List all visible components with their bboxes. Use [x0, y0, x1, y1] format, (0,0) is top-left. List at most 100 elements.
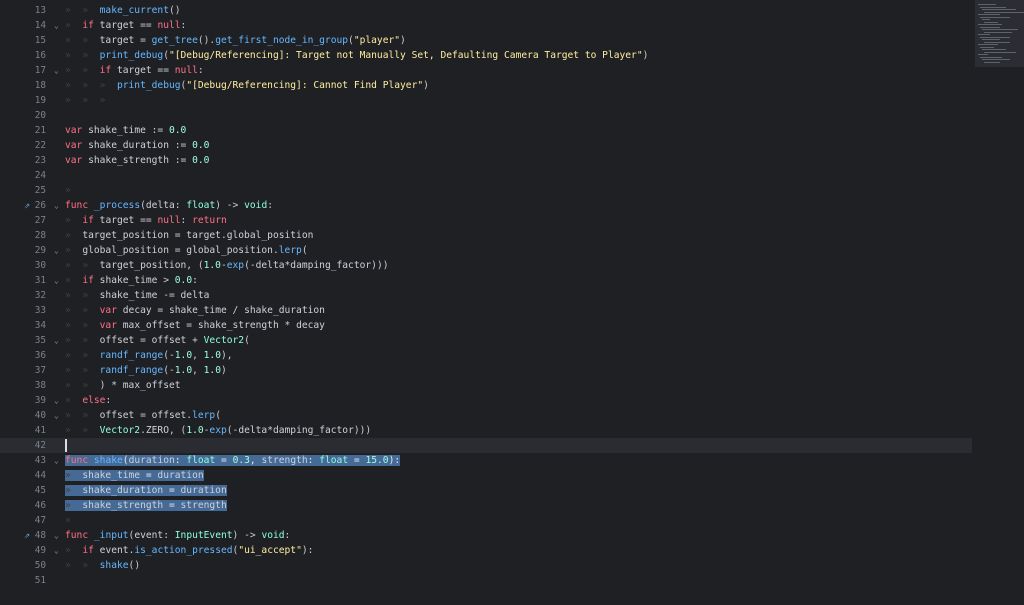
code-text[interactable]: » » target_position, (1.0-exp(-delta*dam…: [65, 258, 389, 273]
code-text[interactable]: » » offset = offset.lerp(: [65, 408, 221, 423]
code-line[interactable]: 21 var shake_time := 0.0: [0, 123, 972, 138]
gutter[interactable]: 37: [0, 363, 50, 378]
code-line[interactable]: 40 ⌄» » offset = offset.lerp(: [0, 408, 972, 423]
gutter[interactable]: ⇗ 26: [0, 198, 50, 213]
code-text[interactable]: » » Vector2.ZERO, (1.0-exp(-delta*dampin…: [65, 423, 371, 438]
code-line[interactable]: 27 » if target == null: return: [0, 213, 972, 228]
code-line[interactable]: 49 ⌄» if event.is_action_pressed("ui_acce…: [0, 543, 972, 558]
code-line[interactable]: ⇗ 26 ⌄ func _process(delta: float) -> void:: [0, 198, 972, 213]
code-line[interactable]: 50 » » shake(): [0, 558, 972, 573]
gutter[interactable]: 35: [0, 333, 50, 348]
code-line[interactable]: 47 »: [0, 513, 972, 528]
code-line[interactable]: 22 var shake_duration := 0.0: [0, 138, 972, 153]
gutter[interactable]: 22: [0, 138, 50, 153]
code-text[interactable]: » if target == null: return: [65, 213, 227, 228]
fold-chevron-down-icon[interactable]: ⌄: [54, 198, 64, 213]
gutter[interactable]: 50: [0, 558, 50, 573]
code-text[interactable]: » » offset = offset + Vector2(: [65, 333, 250, 348]
code-text[interactable]: » shake_duration = duration: [65, 483, 227, 498]
code-text[interactable]: » » target = get_tree().get_first_node_i…: [65, 33, 406, 48]
override-arrow-icon[interactable]: ⇗: [24, 528, 34, 543]
gutter[interactable]: 28: [0, 228, 50, 243]
code-line[interactable]: 37 » » randf_range(-1.0, 1.0): [0, 363, 972, 378]
code-text[interactable]: func _input(event: InputEvent) -> void:: [65, 528, 290, 543]
code-text[interactable]: » » » print_debug("[Debug/Referencing]: …: [65, 78, 429, 93]
fold-chevron-down-icon[interactable]: ⌄: [54, 393, 64, 408]
fold-chevron-down-icon[interactable]: ⌄: [54, 453, 64, 468]
code-line[interactable]: ⇗ 48 ⌄ func _input(event: InputEvent) -> vo…: [0, 528, 972, 543]
gutter[interactable]: 29: [0, 243, 50, 258]
gutter[interactable]: 45: [0, 483, 50, 498]
code-line[interactable]: 23 var shake_strength := 0.0: [0, 153, 972, 168]
code-line[interactable]: 19 » » »: [0, 93, 972, 108]
code-text[interactable]: » » shake(): [65, 558, 140, 573]
gutter[interactable]: 42: [0, 438, 50, 453]
code-text[interactable]: »: [65, 513, 82, 528]
code-text[interactable]: » » »: [65, 93, 117, 108]
gutter[interactable]: 32: [0, 288, 50, 303]
gutter[interactable]: 30: [0, 258, 50, 273]
code-line[interactable]: 14 ⌄» if target == null:: [0, 18, 972, 33]
code-line[interactable]: 43 ⌄ func shake(duration: float = 0.3, str…: [0, 453, 972, 468]
code-line[interactable]: 17 ⌄» » if target == null:: [0, 63, 972, 78]
minimap[interactable]: [975, 0, 1024, 605]
gutter[interactable]: 24: [0, 168, 50, 183]
gutter[interactable]: 23: [0, 153, 50, 168]
code-text[interactable]: var shake_time := 0.0: [65, 123, 186, 138]
gutter[interactable]: 43: [0, 453, 50, 468]
code-text[interactable]: var shake_strength := 0.0: [65, 153, 209, 168]
code-line[interactable]: 24: [0, 168, 972, 183]
code-text[interactable]: » » ) * max_offset: [65, 378, 181, 393]
gutter[interactable]: 25: [0, 183, 50, 198]
gutter[interactable]: 34: [0, 318, 50, 333]
gutter[interactable]: 38: [0, 378, 50, 393]
code-line[interactable]: 18 » » » print_debug("[Debug/Referencing]…: [0, 78, 972, 93]
gutter[interactable]: 49: [0, 543, 50, 558]
code-text[interactable]: » global_position = global_position.lerp…: [65, 243, 308, 258]
code-text[interactable]: » » var max_offset = shake_strength * de…: [65, 318, 325, 333]
code-text[interactable]: func shake(duration: float = 0.3, streng…: [65, 453, 401, 468]
gutter[interactable]: 47: [0, 513, 50, 528]
code-text[interactable]: » » randf_range(-1.0, 1.0): [65, 363, 227, 378]
gutter[interactable]: ⇗ 48: [0, 528, 50, 543]
code-text[interactable]: [65, 438, 67, 453]
code-line[interactable]: 42: [0, 438, 972, 453]
fold-chevron-down-icon[interactable]: ⌄: [54, 18, 64, 33]
fold-chevron-down-icon[interactable]: ⌄: [54, 273, 64, 288]
gutter[interactable]: 17: [0, 63, 50, 78]
code-text[interactable]: » » randf_range(-1.0, 1.0),: [65, 348, 233, 363]
fold-chevron-down-icon[interactable]: ⌄: [54, 528, 64, 543]
code-text[interactable]: var shake_duration := 0.0: [65, 138, 209, 153]
code-text[interactable]: » » shake_time -= delta: [65, 288, 209, 303]
code-line[interactable]: 25 »: [0, 183, 972, 198]
code-line[interactable]: 30 » » target_position, (1.0-exp(-delta*d…: [0, 258, 972, 273]
code-line[interactable]: 51: [0, 573, 972, 588]
code-line[interactable]: 33 » » var decay = shake_time / shake_dur…: [0, 303, 972, 318]
code-text[interactable]: » else:: [65, 393, 111, 408]
gutter[interactable]: 31: [0, 273, 50, 288]
code-line[interactable]: 38 » » ) * max_offset: [0, 378, 972, 393]
code-text[interactable]: » if target == null:: [65, 18, 186, 33]
code-line[interactable]: 45 » shake_duration = duration: [0, 483, 972, 498]
code-text[interactable]: » » make_current(): [65, 3, 181, 18]
code-line[interactable]: 31 ⌄» if shake_time > 0.0:: [0, 273, 972, 288]
code-line[interactable]: 28 » target_position = target.global_posi…: [0, 228, 972, 243]
fold-chevron-down-icon[interactable]: ⌄: [54, 333, 64, 348]
gutter[interactable]: 27: [0, 213, 50, 228]
code-line[interactable]: 20: [0, 108, 972, 123]
fold-chevron-down-icon[interactable]: ⌄: [54, 243, 64, 258]
code-line[interactable]: 35 ⌄» » offset = offset + Vector2(: [0, 333, 972, 348]
code-line[interactable]: 29 ⌄» global_position = global_position.l…: [0, 243, 972, 258]
code-line[interactable]: 16 » » print_debug("[Debug/Referencing]: …: [0, 48, 972, 63]
code-line[interactable]: 36 » » randf_range(-1.0, 1.0),: [0, 348, 972, 363]
code-text[interactable]: » » if target == null:: [65, 63, 204, 78]
code-line[interactable]: 13 » » make_current(): [0, 3, 972, 18]
code-text[interactable]: func _process(delta: float) -> void:: [65, 198, 273, 213]
code-text[interactable]: » shake_time = duration: [65, 468, 204, 483]
code-line[interactable]: 41 » » Vector2.ZERO, (1.0-exp(-delta*damp…: [0, 423, 972, 438]
fold-chevron-down-icon[interactable]: ⌄: [54, 408, 64, 423]
gutter[interactable]: 44: [0, 468, 50, 483]
fold-chevron-down-icon[interactable]: ⌄: [54, 63, 64, 78]
gutter[interactable]: 16: [0, 48, 50, 63]
gutter[interactable]: 40: [0, 408, 50, 423]
